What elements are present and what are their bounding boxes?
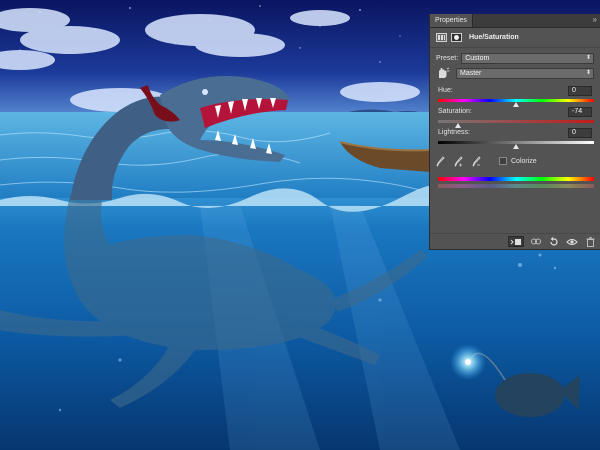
saturation-value-field[interactable]: -74 [568,106,592,117]
lightness-slider-thumb[interactable] [513,144,519,149]
channel-row: Master ⬍ [430,65,600,81]
panel-title: Hue/Saturation [469,34,519,41]
preset-value: Custom [465,54,490,62]
panel-tab-bar: Properties » [430,14,600,28]
trash-icon[interactable] [584,236,596,247]
properties-panel: Properties » Hue/Saturation Preset: Cust… [429,14,600,250]
channel-dropdown[interactable]: Master ⬍ [456,67,594,79]
saturation-slider-thumb[interactable] [455,123,462,128]
lightness-slider-track[interactable] [438,141,594,149]
eyedropper-minus-icon[interactable] [472,155,481,167]
dropdown-arrows-icon: ⬍ [585,69,591,76]
hue-slider-block: Hue: 0 [430,85,600,107]
hue-value-field[interactable]: 0 [568,85,592,96]
saturation-label: Saturation: [438,108,472,115]
hand-target-icon[interactable] [436,67,450,79]
preset-label: Preset: [436,54,459,62]
panel-bottom-toolbar [430,233,600,249]
eyedropper-tools-row: Colorize [430,154,600,168]
visibility-eye-icon[interactable] [566,237,578,247]
hue-slider-track[interactable] [438,99,594,107]
saturation-slider-block: Saturation: -74 [430,106,600,128]
reset-icon[interactable] [548,236,560,247]
preset-row: Preset: Custom ⬍ [430,51,600,65]
saturation-slider-track[interactable] [438,120,594,128]
tab-properties[interactable]: Properties [430,14,473,27]
hue-slider-thumb[interactable] [513,102,519,107]
adjustment-grid-icon[interactable] [436,33,447,42]
eyedropper-plus-icon[interactable] [454,155,463,167]
colorize-checkbox[interactable] [499,157,507,165]
clip-to-layer-icon[interactable] [508,236,524,247]
colorize-label: Colorize [511,157,537,165]
lightness-label: Lightness: [438,129,470,136]
lightness-value-field[interactable]: 0 [568,127,592,138]
layer-mask-icon[interactable] [451,33,462,42]
dropdown-arrows-icon: ⬍ [585,54,591,61]
lightness-slider-block: Lightness: 0 [430,127,600,149]
eyedropper-icon[interactable] [436,155,445,167]
adjustment-header: Hue/Saturation [430,28,600,48]
preset-dropdown[interactable]: Custom ⬍ [461,52,594,64]
view-previous-icon[interactable] [530,237,542,247]
collapse-panel-icon[interactable]: » [593,15,598,24]
hue-label: Hue: [438,87,453,94]
color-range-bars [430,177,600,188]
channel-value: Master [460,69,482,77]
input-spectrum-bar [438,177,594,181]
output-spectrum-bar [438,184,594,188]
